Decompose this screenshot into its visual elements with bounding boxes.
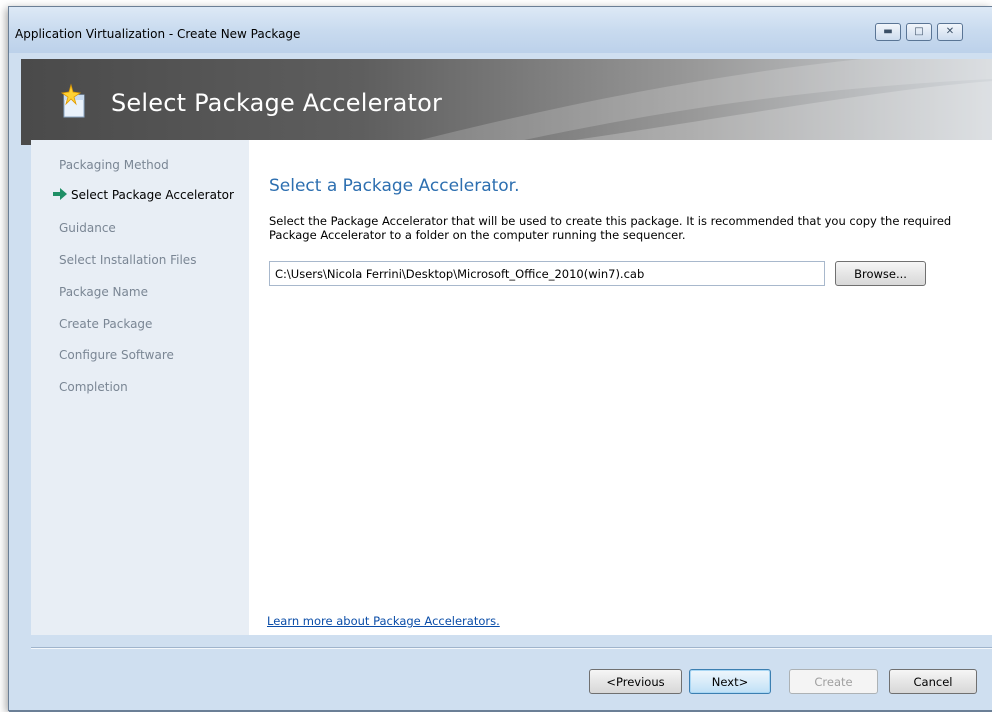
step-completion: Completion [59,380,128,394]
next-button[interactable]: Next> [689,669,771,694]
content-heading: Select a Package Accelerator. [269,176,520,196]
step-packaging-method: Packaging Method [59,158,169,172]
minimize-icon: ▬ [883,26,893,37]
maximize-button[interactable]: □ [906,23,932,41]
create-button[interactable]: Create [789,669,878,694]
main-content: Select a Package Accelerator. Select the… [249,140,992,635]
step-select-installation-files: Select Installation Files [59,253,197,267]
step-label: Select Package Accelerator [71,188,234,202]
step-configure-software: Configure Software [59,348,174,362]
wizard-window: Application Virtualization - Create New … [8,6,992,712]
close-icon: ✕ [945,26,955,37]
wizard-sparkle-box-icon [60,83,85,118]
maximize-icon: □ [914,26,924,37]
step-select-package-accelerator: Select Package Accelerator [53,188,234,202]
footer-divider [31,647,992,648]
learn-more-link[interactable]: Learn more about Package Accelerators. [267,614,500,628]
browse-button[interactable]: Browse... [835,261,926,286]
cancel-button[interactable]: Cancel [889,669,977,694]
description-text: Select the Package Accelerator that will… [269,214,952,242]
page-title: Select Package Accelerator [111,89,443,117]
step-guidance: Guidance [59,221,116,235]
header-banner: Select Package Accelerator [21,59,992,145]
close-button[interactable]: ✕ [937,23,963,41]
minimize-button[interactable]: ▬ [875,23,901,41]
step-package-name: Package Name [59,285,148,299]
previous-button[interactable]: <Previous [589,669,682,694]
window-title: Application Virtualization - Create New … [15,27,301,41]
green-arrow-icon [53,188,67,200]
step-create-package: Create Package [59,317,153,331]
title-bar[interactable]: Application Virtualization - Create New … [9,7,992,53]
wizard-steps-sidebar: Packaging Method Select Package Accelera… [31,140,249,635]
package-accelerator-path-input[interactable] [269,261,825,286]
